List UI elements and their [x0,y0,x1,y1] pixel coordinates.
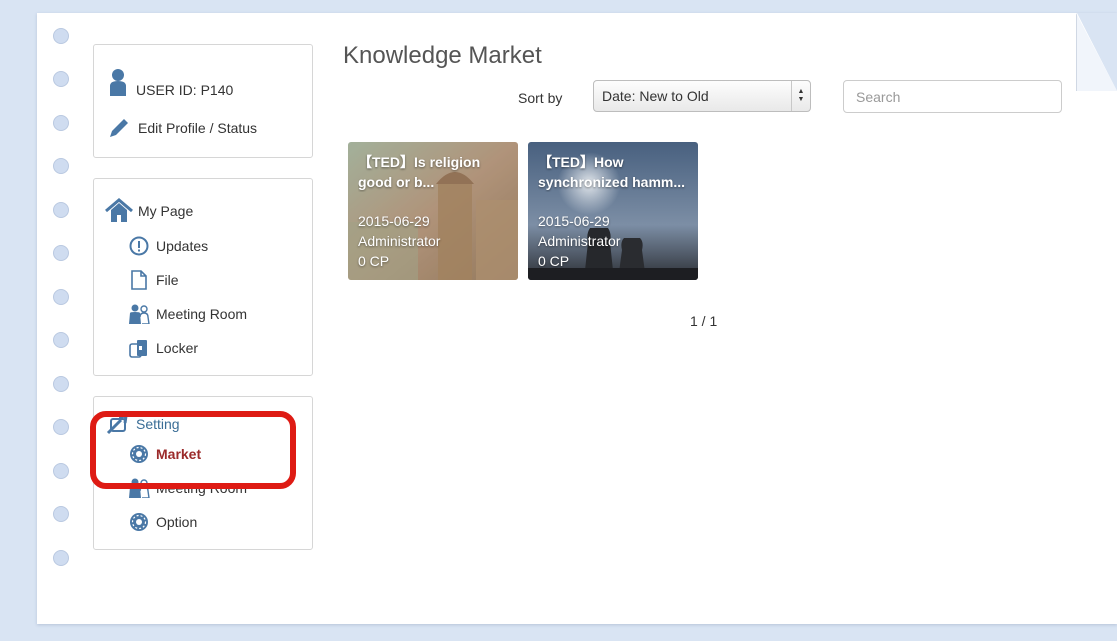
card-title: 【TED】How synchronized hamm... [538,154,686,190]
user-id-row: USER ID: P140 [106,68,233,98]
sidebar-item-updates[interactable]: Updates [128,235,208,257]
mypage-heading-label: My Page [138,203,194,219]
page-title: Knowledge Market [343,42,542,69]
user-id-label: USER ID: P140 [136,82,234,98]
highlight-annotation [90,411,296,489]
card-author: Administrator [358,233,441,249]
market-card[interactable]: 【TED】Is religion good or b... 2015-06-29… [348,142,518,280]
binder-hole [53,115,69,131]
binder-hole [53,463,69,479]
binder-hole [53,71,69,87]
mypage-heading[interactable]: My Page [104,198,193,224]
binder-hole [53,245,69,261]
sidebar-item-label: Locker [156,340,199,356]
binder-hole [53,28,69,44]
binder-hole [53,158,69,174]
sort-select-value: Date: New to Old [602,88,709,104]
select-arrows-icon: ▲ ▼ [791,81,810,111]
sidebar-item-label: File [156,272,179,288]
binder-hole [53,289,69,305]
sidebar-item-option[interactable]: Option [128,511,197,533]
user-icon [106,68,130,98]
search-input[interactable] [843,80,1062,113]
locker-icon [128,337,150,359]
binder-hole [53,550,69,566]
people-icon [128,303,150,325]
home-icon [104,198,134,224]
pencil-icon [106,117,132,139]
sort-label: Sort by [518,90,563,106]
sidebar-item-label: Option [156,514,198,530]
binder-hole [53,419,69,435]
sidebar-item-meeting-room[interactable]: Meeting Room [128,303,247,325]
binder-hole [53,332,69,348]
card-date: 2015-06-29 [358,213,430,229]
binder-hole [53,376,69,392]
market-card[interactable]: 【TED】How synchronized hamm... 2015-06-29… [528,142,698,280]
file-icon [128,269,150,291]
exclamation-circle-icon [128,235,150,257]
sidebar-item-file[interactable]: File [128,269,179,291]
binder-hole [53,506,69,522]
edit-profile-label: Edit Profile / Status [138,120,258,136]
pagination: 1 / 1 [690,313,718,329]
binder-hole [53,202,69,218]
card-points: 0 CP [538,253,570,269]
user-panel [93,44,313,158]
sidebar-item-label: Meeting Room [156,306,248,322]
edit-profile-link[interactable]: Edit Profile / Status [106,117,257,139]
gear-icon [128,511,150,533]
card-author: Administrator [538,233,621,249]
sidebar-item-locker[interactable]: Locker [128,337,198,359]
sidebar-item-label: Updates [156,238,209,254]
sort-select[interactable]: Date: New to Old ▲ ▼ [593,80,811,112]
card-date: 2015-06-29 [538,213,610,229]
card-points: 0 CP [358,253,390,269]
card-title: 【TED】Is religion good or b... [358,154,481,190]
